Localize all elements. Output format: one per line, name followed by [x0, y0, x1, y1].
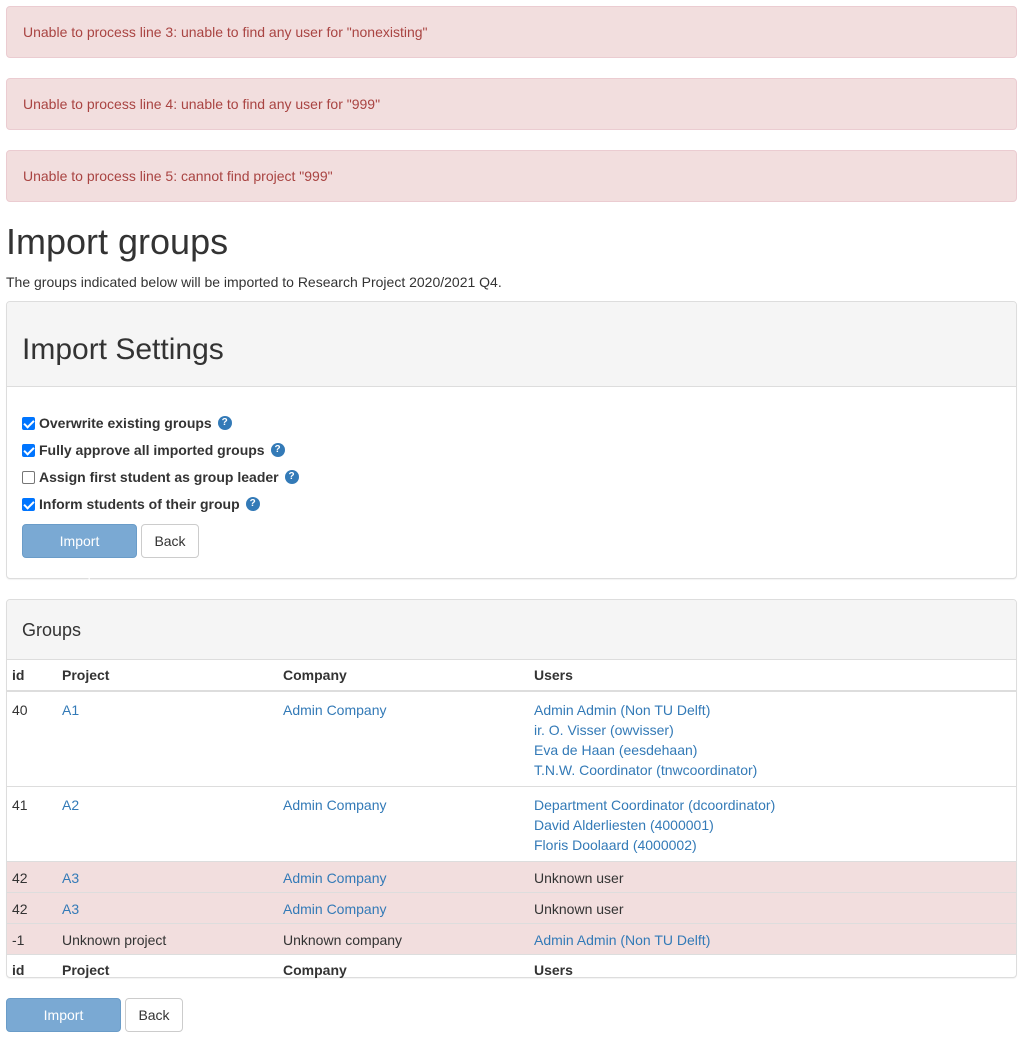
- company-link[interactable]: Admin Company: [283, 702, 387, 718]
- column-footer-project: Project: [57, 954, 278, 985]
- question-circle-icon[interactable]: ?: [284, 470, 299, 484]
- company-link[interactable]: Admin Company: [283, 797, 387, 813]
- company-link[interactable]: Admin Company: [283, 901, 387, 917]
- inform-students-checkbox[interactable]: [22, 497, 35, 511]
- import-settings-panel: Import Settings Overwrite existing group…: [6, 301, 1017, 581]
- table-row: 42 A3 Admin Company Unknown user: [7, 861, 1016, 893]
- groups-heading: Groups: [7, 600, 1016, 660]
- groups-title: Groups: [22, 620, 82, 640]
- table-row: 41 A2 Admin Company Department Coordinat…: [7, 786, 1016, 862]
- import-settings-heading: Import Settings: [7, 302, 1016, 387]
- fully-approve-checkbox[interactable]: [22, 443, 35, 457]
- project-link[interactable]: A1: [62, 702, 79, 718]
- error-alert: Unable to process line 4: unable to find…: [6, 78, 1017, 130]
- import-groups-button[interactable]: Import Groups: [22, 524, 137, 581]
- page-content: Unable to process line 3: unable to find…: [6, 6, 1017, 1055]
- option-label: Assign first student as group leader: [39, 469, 279, 485]
- option-assign-leader[interactable]: Assign first student as group leader ?: [22, 467, 299, 487]
- user-link[interactable]: T.N.W. Coordinator (tnwcoordinator): [534, 760, 1011, 780]
- user-link[interactable]: Eva de Haan (eesdehaan): [534, 740, 1011, 760]
- group-id: 40: [7, 690, 57, 787]
- question-circle-icon[interactable]: ?: [270, 443, 285, 457]
- unknown-company: Unknown company: [278, 923, 529, 955]
- user-link[interactable]: Admin Admin (Non TU Delft): [534, 932, 710, 948]
- page-subtitle: The groups indicated below will be impor…: [6, 274, 502, 290]
- overwrite-checkbox[interactable]: [22, 416, 35, 430]
- unknown-user: Unknown user: [529, 892, 1016, 924]
- unknown-project: Unknown project: [57, 923, 278, 955]
- option-inform-students[interactable]: Inform students of their group ?: [22, 494, 260, 514]
- table-header-row: id Project Company Users: [7, 660, 1016, 692]
- error-alert: Unable to process line 5: cannot find pr…: [6, 150, 1017, 202]
- column-footer-users: Users: [529, 954, 1016, 985]
- back-button[interactable]: Back: [141, 524, 199, 558]
- user-link[interactable]: Floris Doolaard (4000002): [534, 835, 1011, 855]
- user-link[interactable]: David Alderliesten (4000001): [534, 815, 1011, 835]
- column-footer-company: Company: [278, 954, 529, 985]
- unknown-user: Unknown user: [529, 861, 1016, 893]
- import-groups-button-bottom[interactable]: Import Groups: [6, 998, 121, 1055]
- import-settings-title: Import Settings: [22, 333, 224, 366]
- column-header-users: Users: [529, 660, 1016, 692]
- error-alert: Unable to process line 3: unable to find…: [6, 6, 1017, 58]
- user-link[interactable]: Department Coordinator (dcoordinator): [534, 795, 1011, 815]
- table-row: 42 A3 Admin Company Unknown user: [7, 892, 1016, 924]
- users-cell: Department Coordinator (dcoordinator) Da…: [529, 786, 1016, 862]
- question-circle-icon[interactable]: ?: [217, 416, 232, 430]
- group-id: 42: [7, 861, 57, 893]
- column-footer-id: id: [7, 954, 57, 985]
- table-row: -1 Unknown project Unknown company Admin…: [7, 923, 1016, 955]
- users-cell: Admin Admin (Non TU Delft) ir. O. Visser…: [529, 690, 1016, 787]
- groups-panel: Groups id Project Company Users 40 A1 Ad…: [6, 599, 1017, 985]
- column-header-project: Project: [57, 660, 278, 692]
- option-label: Overwrite existing groups: [39, 415, 212, 431]
- column-header-company: Company: [278, 660, 529, 692]
- project-link[interactable]: A3: [62, 901, 79, 917]
- table-footer-row: id Project Company Users: [7, 954, 1016, 985]
- project-link[interactable]: A3: [62, 870, 79, 886]
- group-id: 41: [7, 786, 57, 862]
- groups-table: id Project Company Users 40 A1 Admin Com…: [7, 660, 1016, 985]
- option-label: Fully approve all imported groups: [39, 442, 265, 458]
- option-fully-approve[interactable]: Fully approve all imported groups ?: [22, 440, 285, 460]
- alert-list: Unable to process line 3: unable to find…: [6, 6, 1017, 202]
- company-link[interactable]: Admin Company: [283, 870, 387, 886]
- column-header-id: id: [7, 660, 57, 692]
- user-link[interactable]: Admin Admin (Non TU Delft): [534, 700, 1011, 720]
- user-link[interactable]: ir. O. Visser (owvisser): [534, 720, 1011, 740]
- project-link[interactable]: A2: [62, 797, 79, 813]
- question-circle-icon[interactable]: ?: [245, 497, 260, 511]
- table-row: 40 A1 Admin Company Admin Admin (Non TU …: [7, 690, 1016, 787]
- group-id: -1: [7, 923, 57, 955]
- back-button-bottom[interactable]: Back: [125, 998, 183, 1032]
- option-overwrite-existing[interactable]: Overwrite existing groups ?: [22, 413, 232, 433]
- page-title: Import groups: [6, 221, 229, 262]
- group-id: 42: [7, 892, 57, 924]
- option-label: Inform students of their group: [39, 496, 240, 512]
- assign-leader-checkbox[interactable]: [22, 470, 35, 484]
